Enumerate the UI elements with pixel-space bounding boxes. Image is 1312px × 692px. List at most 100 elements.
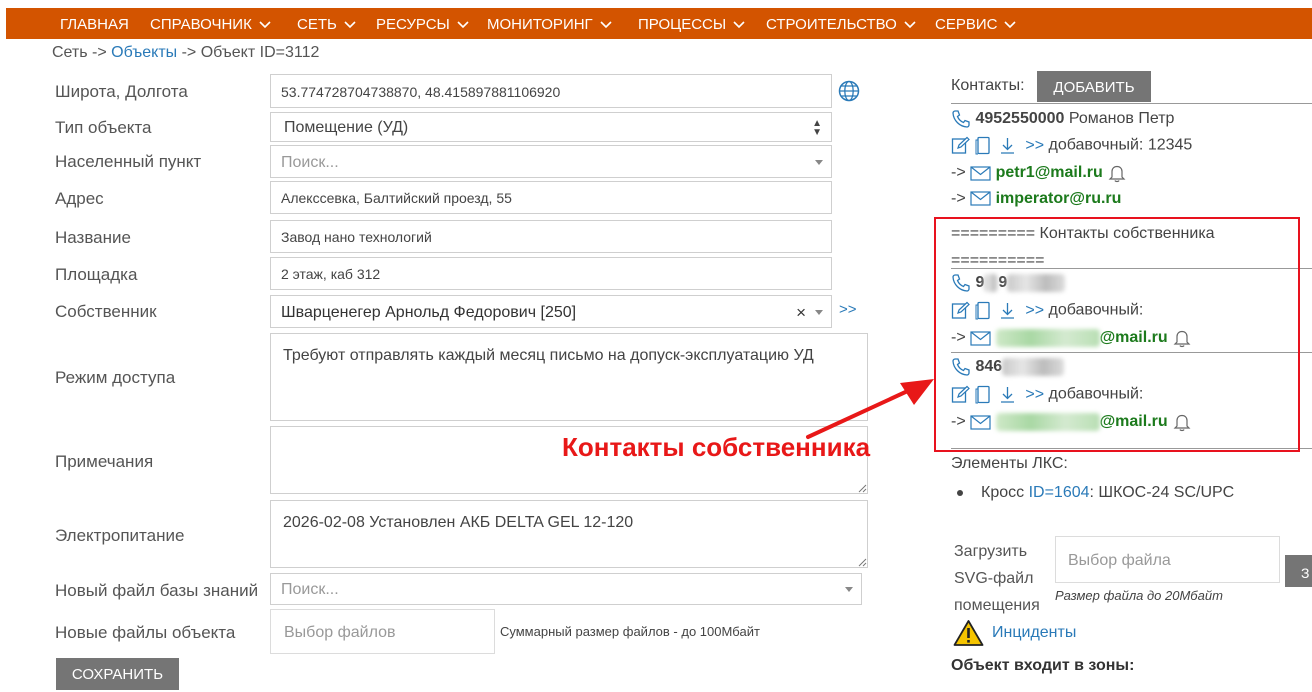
contact-email-row: -> imperator@ru.ru xyxy=(951,190,1121,208)
nav-label: СЕРВИС xyxy=(935,16,998,33)
nav-item-home[interactable]: ГЛАВНАЯ xyxy=(60,8,129,39)
obj-files-label: Новые файлы объекта xyxy=(55,623,236,642)
dropdown-arrow-icon xyxy=(815,159,823,165)
incidents-link[interactable]: Инциденты xyxy=(992,624,1076,642)
globe-icon[interactable] xyxy=(838,80,860,102)
power-textarea[interactable] xyxy=(270,500,868,568)
annotation-label: Контакты собственника xyxy=(562,432,871,462)
highlight-box xyxy=(934,217,1300,452)
site-input[interactable]: 2 этаж, каб 312 xyxy=(270,257,832,290)
dropdown-arrow-icon xyxy=(845,587,853,592)
zones-label: Объект входит в зоны: xyxy=(951,657,1135,674)
obj-files-hint: Суммарный размер файлов - до 100Мбайт xyxy=(500,624,760,639)
contact-phone-row: 4952550000 Романов Петр xyxy=(951,109,1174,129)
nav-label: ПРОЦЕССЫ xyxy=(638,16,727,33)
kb-file-search[interactable]: Поиск... xyxy=(270,573,862,605)
clear-icon[interactable]: × xyxy=(796,296,806,327)
chevron-down-icon xyxy=(259,21,271,29)
envelope-icon xyxy=(970,165,991,181)
resize-grip-icon[interactable] xyxy=(857,483,867,493)
access-textarea[interactable] xyxy=(270,333,868,421)
save-button[interactable]: СОХРАНИТЬ xyxy=(56,658,179,690)
owner-value: Шварценегер Арнольд Федорович [250] xyxy=(281,304,577,321)
nav-label: СЕТЬ xyxy=(297,16,337,33)
name-label: Название xyxy=(55,228,131,247)
lks-label: Элементы ЛКС: xyxy=(951,455,1068,472)
type-select[interactable]: Помещение (УД) ▲ ▼ xyxy=(270,112,832,142)
lks-item: Кросс ID=1604: ШКОС-24 SC/UPC xyxy=(957,484,1234,502)
access-label: Режим доступа xyxy=(55,368,176,387)
chevron-down-icon xyxy=(733,21,745,29)
nav-item-processes[interactable]: ПРОЦЕССЫ xyxy=(638,8,745,39)
nav-item-network[interactable]: СЕТЬ xyxy=(297,8,356,39)
contact-email[interactable]: imperator@ru.ru xyxy=(996,190,1122,207)
contact-email[interactable]: petr1@mail.ru xyxy=(996,164,1103,181)
kb-file-placeholder: Поиск... xyxy=(281,581,339,598)
warning-icon xyxy=(953,620,984,646)
download-icon[interactable] xyxy=(998,136,1017,155)
chevron-down-icon xyxy=(904,21,916,29)
locality-label: Населенный пункт xyxy=(55,152,202,171)
top-navbar: ГЛАВНАЯ СПРАВОЧНИК СЕТЬ РЕСУРСЫ МОНИТОРИ… xyxy=(6,8,1312,39)
coords-label: Широта, Долгота xyxy=(55,82,188,101)
choose-files-button[interactable]: Выбор файлов xyxy=(270,609,495,654)
divider xyxy=(951,103,1312,104)
contact-email-row: -> petr1@mail.ru xyxy=(951,163,1127,183)
bullet xyxy=(957,489,963,496)
arrow-prefix: -> xyxy=(951,164,966,182)
nav-label: РЕСУРСЫ xyxy=(376,16,450,33)
contact-person: Романов Петр xyxy=(1068,110,1175,128)
breadcrumb-link-objects[interactable]: Объекты xyxy=(111,44,177,61)
nav-item-monitoring[interactable]: МОНИТОРИНГ xyxy=(487,8,612,39)
nav-label: МОНИТОРИНГ xyxy=(487,16,593,33)
chevron-down-icon xyxy=(457,21,469,29)
add-contact-button[interactable]: ДОБАВИТЬ xyxy=(1037,71,1151,102)
ext-value: 12345 xyxy=(1147,136,1193,154)
coords-input[interactable]: 53.774728704738870, 48.415897881106920 xyxy=(270,74,832,108)
phone-icon xyxy=(952,110,970,128)
nav-item-construction[interactable]: СТРОИТЕЛЬСТВО xyxy=(766,8,916,39)
svg-upload-label-l2: SVG-файл xyxy=(954,570,1034,587)
breadcrumb-sep: -> xyxy=(177,44,201,61)
chevron-down-icon xyxy=(1004,21,1017,29)
site-label: Площадка xyxy=(55,265,138,284)
resize-grip-icon[interactable] xyxy=(857,557,867,567)
updown-arrows-icon: ▲ ▼ xyxy=(812,118,822,138)
contact-phone: 4952550000 xyxy=(975,110,1065,128)
nav-label: СТРОИТЕЛЬСТВО xyxy=(766,16,897,33)
power-label: Электропитание xyxy=(55,526,185,545)
nav-item-directory[interactable]: СПРАВОЧНИК xyxy=(150,8,271,39)
address-label: Адрес xyxy=(55,189,104,208)
dropdown-arrow-icon xyxy=(815,309,823,315)
contacts-label: Контакты: xyxy=(951,77,1025,94)
breadcrumb-current: Объект ID=3112 xyxy=(200,44,320,61)
address-input[interactable]: Алекссевка, Балтийский проезд, 55 xyxy=(270,181,832,214)
contact-actions-row: >> добавочный: 12345 xyxy=(951,136,1192,155)
owner-open-link[interactable]: >> xyxy=(839,301,857,318)
upload-button-partial[interactable]: З xyxy=(1285,555,1312,587)
copy-icon[interactable] xyxy=(974,136,993,155)
svg-upload-label-l1: Загрузить xyxy=(954,543,1028,560)
edit-icon[interactable] xyxy=(951,136,970,155)
locality-placeholder: Поиск... xyxy=(281,154,339,171)
expand-arrows[interactable]: >> xyxy=(1025,137,1044,154)
lks-item-link[interactable]: ID=1604 xyxy=(1029,484,1090,501)
nav-item-service[interactable]: СЕРВИС xyxy=(935,8,1017,39)
locality-search[interactable]: Поиск... xyxy=(270,145,832,178)
name-input[interactable]: Завод нано технологий xyxy=(270,220,832,253)
svg-upload-label: Загрузить SVG-файл помещения xyxy=(954,538,1040,619)
type-label: Тип объекта xyxy=(55,118,152,137)
lks-item-prefix: Кросс xyxy=(981,484,1025,501)
nav-label: СПРАВОЧНИК xyxy=(150,16,252,33)
owner-select[interactable]: Шварценегер Арнольд Федорович [250] × xyxy=(270,295,832,328)
breadcrumb-root: Сеть xyxy=(52,44,88,61)
envelope-icon xyxy=(970,191,991,206)
nav-item-resources[interactable]: РЕСУРСЫ xyxy=(376,8,469,39)
nav-label: ГЛАВНАЯ xyxy=(60,16,129,33)
choose-svg-file-button[interactable]: Выбор файла xyxy=(1055,536,1280,583)
arrow-prefix: -> xyxy=(951,190,966,207)
kb-file-label: Новый файл базы знаний xyxy=(55,581,259,600)
breadcrumb: Сеть -> Объекты -> Объект ID=3112 xyxy=(52,44,319,62)
bell-icon[interactable] xyxy=(1107,163,1127,183)
type-value: Помещение (УД) xyxy=(284,119,409,136)
